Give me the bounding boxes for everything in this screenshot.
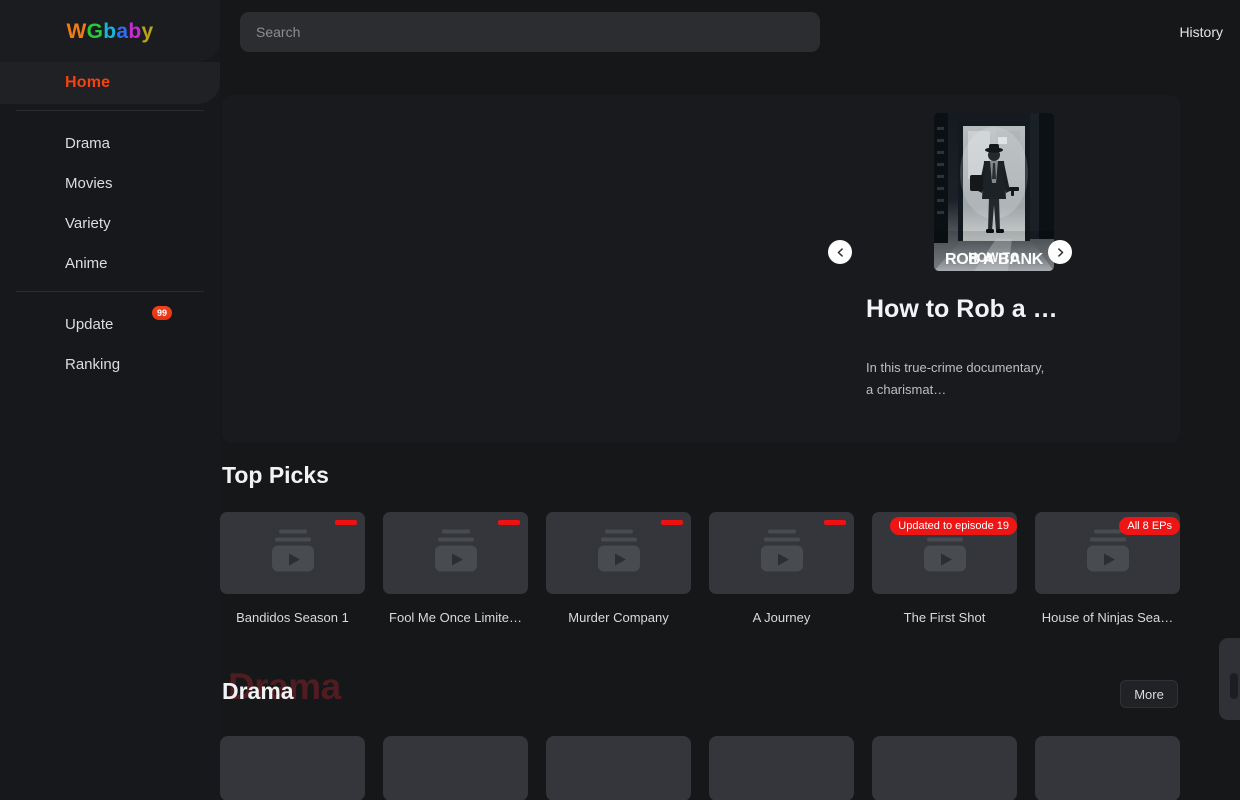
app-root: WGbaby Home Drama Movies Variety Anime U… — [0, 0, 1240, 800]
hero-title: How to Rob a … — [866, 295, 1058, 323]
media-card-title: House of Ninjas Sea… — [1041, 610, 1174, 625]
sidebar-divider-top — [16, 110, 204, 111]
media-card-thumbnail[interactable] — [709, 736, 854, 800]
hero-poster[interactable]: HOW TO ROB A BANK — [934, 113, 1054, 271]
media-card-thumbnail[interactable] — [383, 512, 528, 594]
media-card-thumbnail[interactable]: All 8 EPs — [1035, 512, 1180, 594]
status-badge: All 8 EPs — [1119, 517, 1180, 535]
video-placeholder-icon — [426, 526, 486, 581]
media-card-title: The First Shot — [903, 610, 986, 625]
sidebar-item-anime[interactable]: Anime — [0, 243, 220, 283]
carousel-next-button[interactable] — [1048, 240, 1072, 264]
media-card-thumbnail[interactable] — [220, 736, 365, 800]
media-card[interactable]: Bandidos Season 1 — [220, 512, 383, 625]
topbar: History — [220, 0, 1240, 64]
history-link[interactable]: History — [1179, 24, 1223, 40]
hero-panel: HOW TO ROB A BANK How to Rob a … In this… — [222, 95, 1180, 443]
brand-letter: a — [116, 19, 129, 43]
media-card-thumbnail[interactable] — [383, 736, 528, 800]
poster-artwork: HOW TO ROB A BANK — [934, 113, 1054, 271]
media-card[interactable]: All 8 EPs House of Ninjas Sea… — [1035, 512, 1198, 625]
sidebar-item-label: Ranking — [65, 355, 121, 373]
media-card[interactable] — [383, 736, 546, 800]
media-card-thumbnail[interactable] — [709, 512, 854, 594]
sidebar-item-home-label: Home — [65, 74, 111, 91]
sidebar-item-label: Update — [65, 315, 114, 333]
media-card-title: A Journey — [752, 610, 811, 625]
sidebar-item-movies[interactable]: Movies — [0, 163, 220, 203]
sidebar-divider-bottom — [16, 291, 204, 292]
brand-letter: G — [86, 19, 104, 43]
media-card[interactable] — [546, 736, 709, 800]
hero-carousel: HOW TO ROB A BANK How to Rob a … In this… — [820, 95, 1180, 443]
status-badge — [498, 520, 520, 525]
status-badge — [335, 520, 357, 525]
sidebar-item-update[interactable]: Update 99 — [0, 304, 220, 344]
media-card-thumbnail[interactable] — [872, 736, 1017, 800]
media-card[interactable] — [709, 736, 872, 800]
status-badge — [661, 520, 683, 525]
search-input[interactable] — [240, 12, 820, 52]
section-title-top-picks: Top Picks — [222, 462, 329, 488]
media-card-title: Bandidos Season 1 — [236, 610, 349, 625]
svg-text:ROB A BANK: ROB A BANK — [945, 251, 1044, 268]
section-title-drama: Drama — [222, 678, 294, 704]
update-count-badge: 99 — [152, 306, 172, 320]
sidebar-item-variety[interactable]: Variety — [0, 203, 220, 243]
media-card[interactable]: Updated to episode 19 The First Shot — [872, 512, 1035, 625]
sidebar-item-label: Drama — [65, 134, 111, 152]
media-card-thumbnail[interactable] — [546, 512, 691, 594]
media-card[interactable] — [872, 736, 1035, 800]
sidebar-item-ranking[interactable]: Ranking — [0, 344, 220, 384]
sidebar-item-label: Variety — [65, 214, 111, 232]
brand-logo-text: WGbaby — [66, 21, 153, 42]
sidebar-item-label: Anime — [65, 254, 108, 272]
media-card-thumbnail[interactable]: Updated to episode 19 — [872, 512, 1017, 594]
chevron-right-icon — [1057, 247, 1063, 257]
brand-letter: b — [103, 19, 117, 43]
media-card-thumbnail[interactable] — [1035, 736, 1180, 800]
sidebar-item-home[interactable]: Home — [0, 62, 220, 104]
drama-more-button[interactable]: More — [1120, 680, 1178, 708]
video-placeholder-icon — [752, 526, 812, 581]
chevron-left-icon — [837, 247, 843, 257]
brand-logo[interactable]: WGbaby — [0, 0, 220, 62]
carousel-prev-button[interactable] — [828, 240, 852, 264]
status-badge: Updated to episode 19 — [890, 517, 1017, 535]
video-placeholder-icon — [263, 526, 323, 581]
video-placeholder-icon — [589, 526, 649, 581]
media-card-thumbnail[interactable] — [546, 736, 691, 800]
sidebar-item-label: Movies — [65, 174, 113, 192]
brand-letter: b — [128, 19, 142, 43]
sidebar-background — [0, 0, 220, 800]
media-card-title: Murder Company — [568, 610, 669, 625]
drama-section-header: Drama Drama More — [220, 666, 1178, 718]
sidebar-item-drama[interactable]: Drama — [0, 123, 220, 163]
media-card-title: Fool Me Once Limite… — [389, 610, 522, 625]
media-card-thumbnail[interactable] — [220, 512, 365, 594]
floating-side-tab[interactable] — [1229, 672, 1239, 700]
media-card[interactable]: A Journey — [709, 512, 872, 625]
brand-letter: y — [141, 19, 154, 43]
media-card[interactable]: Fool Me Once Limite… — [383, 512, 546, 625]
hero-description: In this true-crime documentary, a charis… — [866, 360, 1045, 397]
main-content: History — [220, 0, 1240, 800]
brand-letter: W — [66, 19, 87, 43]
top-picks-row: Bandidos Season 1 Fool Me Once Limite… Mur… — [220, 512, 1180, 625]
sidebar: WGbaby Home Drama Movies Variety Anime U… — [0, 0, 220, 800]
media-card[interactable] — [1035, 736, 1198, 800]
media-card[interactable]: Murder Company — [546, 512, 709, 625]
drama-row — [220, 736, 1180, 800]
status-badge — [824, 520, 846, 525]
media-card[interactable] — [220, 736, 383, 800]
